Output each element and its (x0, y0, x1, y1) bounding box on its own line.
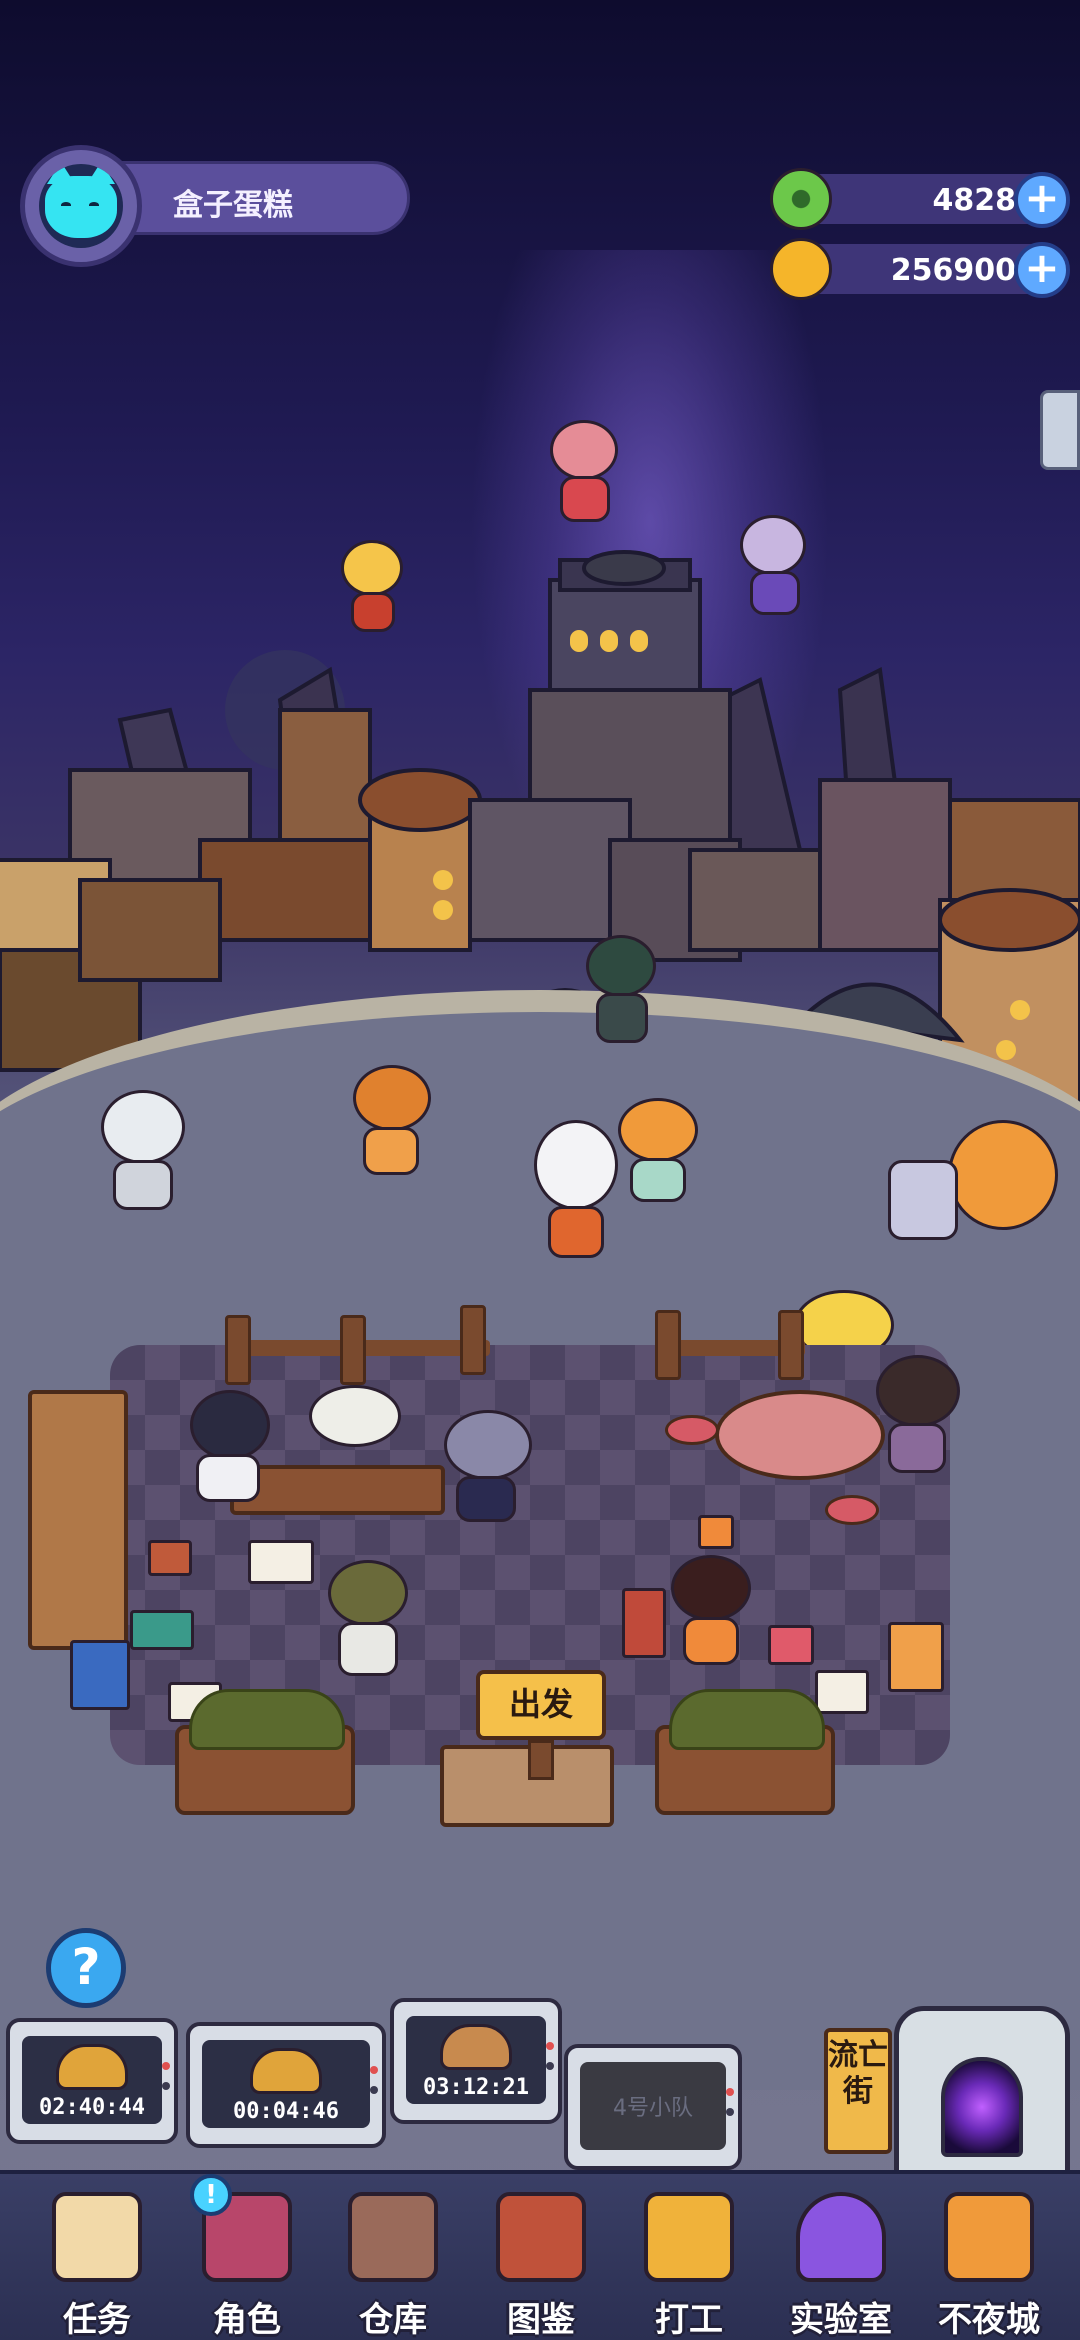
fence-post (460, 1305, 486, 1375)
gold-planet-currency: 256900 + (770, 238, 1070, 300)
game-scene: 出发 (0, 0, 1080, 2340)
currency-bar: 256900 (810, 244, 1040, 294)
flying-character-purple[interactable] (730, 515, 820, 625)
planter-left (175, 1689, 355, 1815)
fence-post (340, 1315, 366, 1385)
avatar-frame[interactable] (20, 145, 142, 267)
codex-book-icon (496, 2192, 586, 2282)
team-3-monitor[interactable]: 03:12:21 (390, 1998, 562, 2124)
monitor-screen: 03:12:21 (406, 2016, 546, 2104)
exile-street-sign[interactable]: 流亡街 (824, 2028, 892, 2154)
hamburger-dish-icon (250, 2048, 322, 2094)
green-donut-amount: 4828 (932, 183, 1017, 218)
player-profile[interactable]: 盒子蛋糕 (20, 145, 410, 275)
character-white-hair[interactable] (305, 1385, 405, 1475)
monitor-screen: 02:40:44 (22, 2036, 162, 2124)
character-dark-hair-glasses[interactable] (180, 1390, 290, 1510)
cake-dish-icon (440, 2024, 512, 2070)
stool (825, 1495, 879, 1525)
green-donut-currency: 4828 + (770, 168, 1070, 230)
player-name: 盒子蛋糕 (173, 188, 293, 223)
bottom-navigation: 任务 ! 角色 仓库 图鉴 打工 实验室 不夜城 (0, 2170, 1080, 2340)
task-scroll-icon (52, 2192, 142, 2282)
character-gasmask[interactable] (95, 1090, 195, 1220)
nav-task[interactable]: 任务 (22, 2174, 172, 2340)
nav-lab-label: 实验室 (790, 2300, 892, 2340)
book (70, 1640, 130, 1710)
character-green-hair[interactable] (578, 935, 668, 1055)
book (248, 1540, 314, 1584)
team-1-monitor[interactable]: 02:40:44 (6, 2018, 178, 2144)
depart-post (528, 1740, 554, 1780)
team-2-timer: 00:04:46 (233, 2099, 339, 2124)
book (622, 1588, 666, 1658)
team-3-timer: 03:12:21 (423, 2075, 529, 2100)
depart-button[interactable]: 出发 (476, 1670, 606, 1740)
nav-nightless-city-label: 不夜城 (938, 2300, 1040, 2340)
add-gold-planet-button[interactable]: + (1014, 242, 1070, 298)
nav-character-label: 角色 (213, 2300, 281, 2340)
nav-nightless-city[interactable]: 不夜城 (914, 2174, 1064, 2340)
orange-cat-city-icon (944, 2192, 1034, 2282)
work-computer-icon (644, 2192, 734, 2282)
player-name-bar: 盒子蛋糕 (110, 161, 410, 235)
team-1-timer: 02:40:44 (39, 2095, 145, 2120)
exile-street-portal[interactable] (894, 2006, 1070, 2182)
character-bun-hair[interactable] (870, 1355, 970, 1485)
side-menu-tab[interactable] (1040, 390, 1080, 470)
fence-post (225, 1315, 251, 1385)
nav-codex-label: 图鉴 (507, 2300, 575, 2340)
nav-work-label: 打工 (655, 2300, 723, 2340)
lab-flask-icon (796, 2192, 886, 2282)
fence-post (778, 1310, 804, 1380)
green-donut-icon (770, 168, 832, 230)
team-2-monitor[interactable]: 00:04:46 (186, 2022, 386, 2148)
monitor-screen: 4号小队 (580, 2062, 726, 2150)
character-orange-hair[interactable] (612, 1098, 712, 1208)
nav-character[interactable]: ! 角色 (172, 2174, 322, 2340)
depart-mat (440, 1745, 614, 1827)
team-4-label: 4号小队 (613, 2096, 693, 2121)
notification-badge: ! (190, 2174, 232, 2216)
nav-lab[interactable]: 实验室 (766, 2174, 916, 2340)
book (130, 1610, 194, 1650)
book (148, 1540, 192, 1576)
nav-task-label: 任务 (63, 2300, 131, 2340)
currency-bar: 4828 (810, 174, 1040, 224)
monitor-screen: 00:04:46 (202, 2040, 370, 2128)
nav-work[interactable]: 打工 (614, 2174, 764, 2340)
stool (665, 1415, 719, 1445)
gold-planet-amount: 256900 (890, 253, 1016, 288)
character-brunette-reader[interactable] (665, 1555, 765, 1675)
flying-character-blonde[interactable] (335, 540, 415, 640)
help-button[interactable]: ? (46, 1928, 126, 2008)
nav-codex[interactable]: 图鉴 (466, 2174, 616, 2340)
round-table[interactable] (715, 1390, 885, 1480)
bookshelf[interactable] (28, 1390, 128, 1650)
hamburger-dish-icon (56, 2044, 128, 2090)
gold-planet-icon (770, 238, 832, 300)
nav-storage-label: 仓库 (359, 2300, 427, 2340)
character-detective-hat[interactable] (345, 1065, 445, 1185)
team-4-monitor[interactable]: 4号小队 (564, 2044, 742, 2170)
add-green-donut-button[interactable]: + (1014, 172, 1070, 228)
character-robot-pilot[interactable] (888, 1120, 1078, 1320)
nav-storage[interactable]: 仓库 (318, 2174, 468, 2340)
character-silver-hair[interactable] (440, 1410, 540, 1530)
fence-post (655, 1310, 681, 1380)
cyan-cat-avatar-icon (39, 164, 123, 248)
book (888, 1622, 944, 1692)
flying-character-pink-twintails[interactable] (540, 420, 630, 530)
portal-vortex-icon (941, 2057, 1023, 2157)
character-helmet-reader[interactable] (310, 1560, 430, 1690)
book (768, 1625, 814, 1665)
planter-right (655, 1689, 835, 1815)
book (698, 1515, 734, 1549)
storage-chest-icon (348, 2192, 438, 2282)
book (815, 1670, 869, 1714)
